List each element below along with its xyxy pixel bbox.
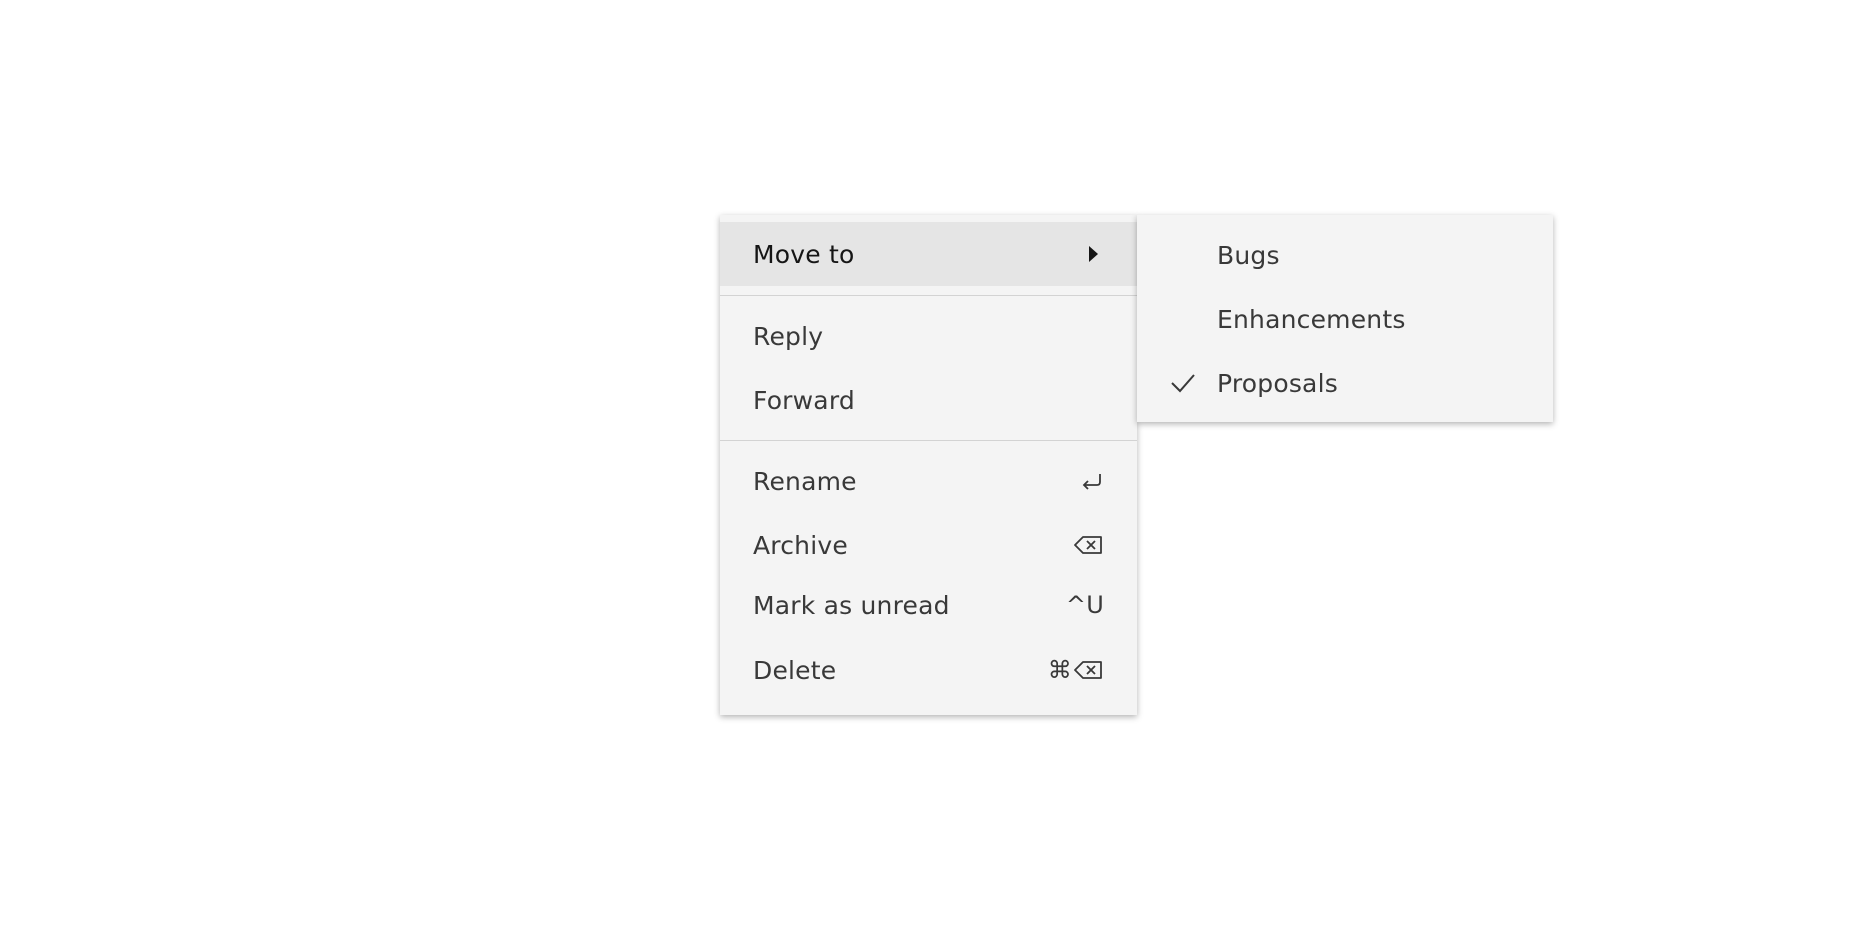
canvas: Move to Reply Forward Rename Archive Mar… <box>0 0 1856 928</box>
command-backspace-shortcut-icon: ⌘ <box>1048 656 1104 684</box>
menu-item-mark-as-unread[interactable]: Mark as unread ^U <box>720 577 1137 633</box>
menu-item-label: Reply <box>753 321 824 351</box>
submenu-item-bugs[interactable]: Bugs <box>1137 223 1553 287</box>
menu-item-reply[interactable]: Reply <box>720 304 1137 368</box>
menu-divider <box>720 440 1137 441</box>
menu-item-rename[interactable]: Rename <box>720 449 1137 513</box>
menu-item-label: Archive <box>753 530 848 560</box>
menu-item-label: Forward <box>753 385 855 415</box>
menu-item-label: Move to <box>753 239 855 269</box>
submenu-item-label: Bugs <box>1217 240 1280 270</box>
checkmark-icon <box>1168 368 1198 398</box>
menu-item-archive[interactable]: Archive <box>720 513 1137 577</box>
submenu-item-proposals[interactable]: Proposals <box>1137 351 1553 415</box>
backspace-key-shortcut-icon <box>1074 534 1104 556</box>
enter-key-shortcut-icon <box>1078 470 1104 492</box>
submenu-move-to: Bugs Enhancements Proposals <box>1137 215 1553 422</box>
menu-item-shortcut: ^U <box>1065 591 1104 619</box>
menu-item-label: Delete <box>753 655 837 685</box>
context-menu: Move to Reply Forward Rename Archive Mar… <box>720 215 1137 715</box>
menu-item-label: Mark as unread <box>753 590 950 620</box>
menu-divider <box>720 295 1137 296</box>
menu-item-label: Rename <box>753 466 857 496</box>
menu-item-delete[interactable]: Delete ⌘ <box>720 633 1137 707</box>
menu-item-move-to[interactable]: Move to <box>720 222 1137 286</box>
submenu-item-label: Proposals <box>1217 368 1338 398</box>
menu-item-forward[interactable]: Forward <box>720 368 1137 432</box>
caret-right-icon <box>1089 246 1098 262</box>
submenu-item-label: Enhancements <box>1217 304 1406 334</box>
submenu-item-enhancements[interactable]: Enhancements <box>1137 287 1553 351</box>
